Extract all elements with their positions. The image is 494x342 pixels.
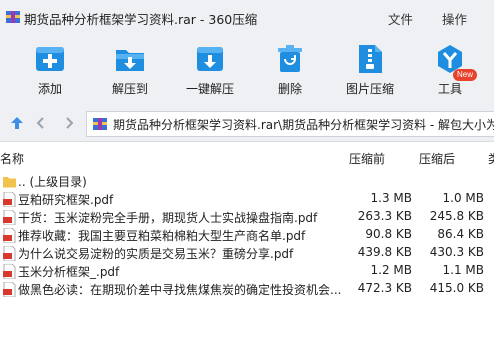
one-click-extract-button[interactable]: 一键解压 bbox=[175, 40, 245, 102]
file-name: 为什么说交易淀粉的实质是交易玉米？重磅分享.pdf bbox=[18, 247, 294, 261]
file-packed-size: 415.0 KB bbox=[429, 281, 484, 295]
address-bar: 期货品种分析框架学习资料.rar\期货品种分析框架学习资料 - 解包大小为 bbox=[0, 104, 494, 142]
toolbar: 添加 解压到 一键解压 删除 图片压缩 工具 New bbox=[0, 34, 494, 104]
column-header-name[interactable]: 名称 bbox=[0, 150, 24, 167]
file-row[interactable]: 推荐收藏：我国主要豆粕菜粕棉粕大型生产商名单.pdf 90.8 KB 86.4 … bbox=[0, 226, 494, 244]
file-size: 439.8 KB bbox=[357, 245, 412, 259]
file-size: 1.3 MB bbox=[370, 191, 412, 205]
rar-archive-icon bbox=[93, 118, 107, 130]
image-compress-button[interactable]: 图片压缩 bbox=[335, 40, 405, 102]
delete-label: 删除 bbox=[277, 82, 302, 96]
file-row[interactable]: 为什么说交易淀粉的实质是交易玉米？重磅分享.pdf 439.8 KB 430.3… bbox=[0, 244, 494, 262]
file-size: 263.3 KB bbox=[357, 209, 412, 223]
file-row[interactable]: 做黑色必读：在期现价差中寻找焦煤焦炭的确定性投资机会... 472.3 KB 4… bbox=[0, 280, 494, 298]
file-row[interactable]: 玉米分析框架_.pdf 1.2 MB 1.1 MB bbox=[0, 262, 494, 280]
pdf-file-icon bbox=[3, 192, 16, 207]
image-compress-label: 图片压缩 bbox=[345, 82, 394, 96]
file-row[interactable]: 豆粕研究框架.pdf 1.3 MB 1.0 MB bbox=[0, 190, 494, 208]
pdf-file-icon bbox=[3, 264, 16, 279]
file-size: 90.8 KB bbox=[365, 227, 412, 241]
delete-button[interactable]: 删除 bbox=[255, 40, 325, 102]
file-size: 472.3 KB bbox=[357, 281, 412, 295]
path-field[interactable]: 期货品种分析框架学习资料.rar\期货品种分析框架学习资料 - 解包大小为 bbox=[86, 111, 494, 137]
new-badge: New bbox=[453, 69, 477, 81]
rar-archive-icon bbox=[6, 11, 20, 23]
file-name: 干货：玉米淀粉完全手册，期现货人士实战操盘指南.pdf bbox=[18, 211, 318, 225]
file-row[interactable]: 干货：玉米淀粉完全手册，期现货人士实战操盘指南.pdf 263.3 KB 245… bbox=[0, 208, 494, 226]
one-click-extract-label: 一键解压 bbox=[185, 82, 234, 96]
parent-directory-label: .. (上级目录) bbox=[18, 175, 87, 189]
forward-arrow-icon[interactable] bbox=[62, 116, 76, 130]
file-size: 1.2 MB bbox=[370, 263, 412, 277]
column-header-size[interactable]: 压缩前 bbox=[349, 150, 385, 167]
file-packed-size: 245.8 KB bbox=[429, 209, 484, 223]
file-name: 玉米分析框架_.pdf bbox=[18, 265, 120, 279]
column-header-type[interactable]: 类 bbox=[488, 150, 494, 167]
title-bar: 期货品种分析框架学习资料.rar - 360压缩 文件 操作 bbox=[0, 0, 494, 34]
column-header-packed-size[interactable]: 压缩后 bbox=[419, 150, 455, 167]
extract-to-label: 解压到 bbox=[111, 82, 148, 96]
file-name: 做黑色必读：在期现价差中寻找焦煤焦炭的确定性投资机会... bbox=[18, 283, 342, 297]
file-packed-size: 1.0 MB bbox=[442, 191, 484, 205]
file-packed-size: 430.3 KB bbox=[429, 245, 484, 259]
file-name: 推荐收藏：我国主要豆粕菜粕棉粕大型生产商名单.pdf bbox=[18, 229, 306, 243]
window-title: 期货品种分析框架学习资料.rar - 360压缩 bbox=[24, 12, 258, 27]
file-packed-size: 1.1 MB bbox=[442, 263, 484, 277]
one-click-extract-icon bbox=[197, 47, 223, 71]
menu-file[interactable]: 文件 bbox=[388, 9, 413, 28]
image-compress-icon bbox=[359, 45, 382, 73]
pdf-file-icon bbox=[3, 210, 16, 225]
add-archive-icon bbox=[36, 47, 64, 71]
pdf-file-icon bbox=[3, 246, 16, 261]
tools-label: 工具 bbox=[437, 82, 462, 96]
path-text: 期货品种分析框架学习资料.rar\期货品种分析框架学习资料 - 解包大小为 bbox=[113, 118, 494, 132]
up-arrow-icon[interactable] bbox=[10, 116, 24, 130]
pdf-file-icon bbox=[3, 282, 16, 297]
folder-icon bbox=[3, 177, 16, 188]
file-name: 豆粕研究框架.pdf bbox=[18, 193, 114, 207]
back-arrow-icon[interactable] bbox=[34, 116, 48, 130]
file-packed-size: 86.4 KB bbox=[437, 227, 484, 241]
extract-to-button[interactable]: 解压到 bbox=[95, 40, 165, 102]
extract-folder-icon bbox=[116, 50, 144, 71]
parent-directory-row[interactable]: .. (上级目录) bbox=[0, 172, 494, 190]
add-button[interactable]: 添加 bbox=[15, 40, 85, 102]
pdf-file-icon bbox=[3, 228, 16, 243]
trash-icon bbox=[278, 45, 302, 72]
add-label: 添加 bbox=[37, 82, 62, 96]
menu-operation[interactable]: 操作 bbox=[442, 9, 467, 28]
